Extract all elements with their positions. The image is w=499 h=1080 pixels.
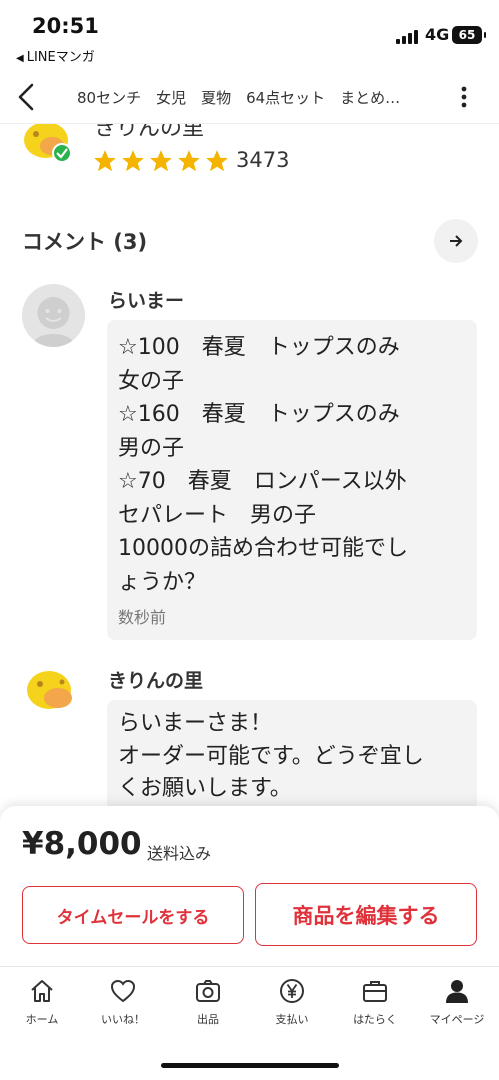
arrow-right-icon — [450, 235, 463, 247]
camera-icon — [196, 980, 220, 1002]
comment-bubble: ☆100 春夏 トップスのみ 女の子 ☆160 春夏 トップスのみ 男の子 ☆7… — [107, 320, 477, 640]
view-all-comments-button[interactable] — [434, 219, 478, 263]
heart-icon — [110, 979, 136, 1003]
tab-listing[interactable]: 出品 — [166, 977, 250, 1027]
shipping-note: 送料込み — [147, 844, 212, 863]
seller-name: きりんの里 — [94, 124, 205, 141]
tab-label: 支払い — [275, 1013, 309, 1026]
back-button[interactable] — [12, 78, 42, 116]
commenter-avatar[interactable] — [22, 662, 85, 725]
rating-count: 3473 — [236, 148, 290, 172]
status-time: 20:51 — [32, 14, 99, 38]
tab-work[interactable]: はたらく — [333, 977, 417, 1027]
tab-label: はたらく — [353, 1013, 397, 1026]
tab-home[interactable]: ホーム — [0, 977, 84, 1027]
comment-author[interactable]: らいまー — [108, 286, 184, 313]
back-triangle-icon: ◀ — [16, 53, 24, 64]
default-user-icon — [22, 284, 85, 347]
more-menu-button[interactable] — [452, 82, 476, 112]
signal-icon — [396, 28, 418, 44]
briefcase-icon — [363, 981, 387, 1002]
product-title: 80センチ 女児 夏物 64点セット まとめ… — [77, 89, 401, 107]
home-indicator — [161, 1063, 339, 1068]
battery-icon: 65 — [452, 26, 486, 44]
tab-label: ホーム — [25, 1013, 59, 1026]
comment-bubble: らいまーさま！ オーダー可能です。どうぞ宜し くお願いします。 — [107, 700, 477, 820]
yen-icon — [280, 979, 304, 1003]
star-icon — [94, 150, 116, 172]
star-icon — [206, 150, 228, 172]
rating-stars — [92, 148, 230, 174]
star-icon — [122, 150, 144, 172]
tab-likes[interactable]: いいね！ — [81, 977, 165, 1027]
status-bar: 20:51 ◀ LINEマンガ 4G 65 — [0, 0, 499, 70]
back-to-app-link[interactable]: ◀ LINEマンガ — [16, 46, 95, 65]
tab-mypage[interactable]: マイページ — [415, 977, 499, 1027]
purchase-panel: ¥8,000 送料込み タイムセールをする 商品を編集する — [0, 806, 499, 966]
commenter-avatar[interactable] — [22, 284, 85, 347]
person-icon — [446, 980, 468, 1003]
timesale-button[interactable]: タイムセールをする — [22, 886, 244, 944]
edit-item-button[interactable]: 商品を編集する — [255, 883, 477, 946]
tab-payment[interactable]: 支払い — [250, 977, 334, 1027]
tab-label: 出品 — [197, 1013, 219, 1026]
back-app-label: LINEマンガ — [26, 50, 95, 65]
seller-section[interactable]: きりんの里 3473 — [0, 124, 499, 194]
comments-heading: コメント (3) — [22, 230, 148, 254]
star-icon — [150, 150, 172, 172]
comment-time: 数秒前 — [118, 608, 167, 627]
top-nav: 80センチ 女児 夏物 64点セット まとめ… — [0, 70, 499, 124]
tab-label: いいね！ — [101, 1013, 145, 1026]
price: ¥8,000 — [22, 826, 142, 862]
home-icon — [31, 980, 53, 1002]
chevron-left-icon — [18, 83, 34, 111]
comment-text: らいまーさま！ オーダー可能です。どうぞ宜し くお願いします。 — [118, 711, 424, 801]
comment-author[interactable]: きりんの里 — [108, 666, 203, 693]
star-icon — [178, 150, 200, 172]
seller-avatar[interactable] — [22, 124, 76, 174]
tab-label: マイページ — [429, 1013, 485, 1026]
seller-mascot-icon — [22, 662, 85, 725]
more-vertical-icon — [461, 86, 467, 108]
comment-text: ☆100 春夏 トップスのみ 女の子 ☆160 春夏 トップスのみ 男の子 ☆7… — [118, 335, 408, 595]
network-type: 4G — [425, 25, 450, 44]
